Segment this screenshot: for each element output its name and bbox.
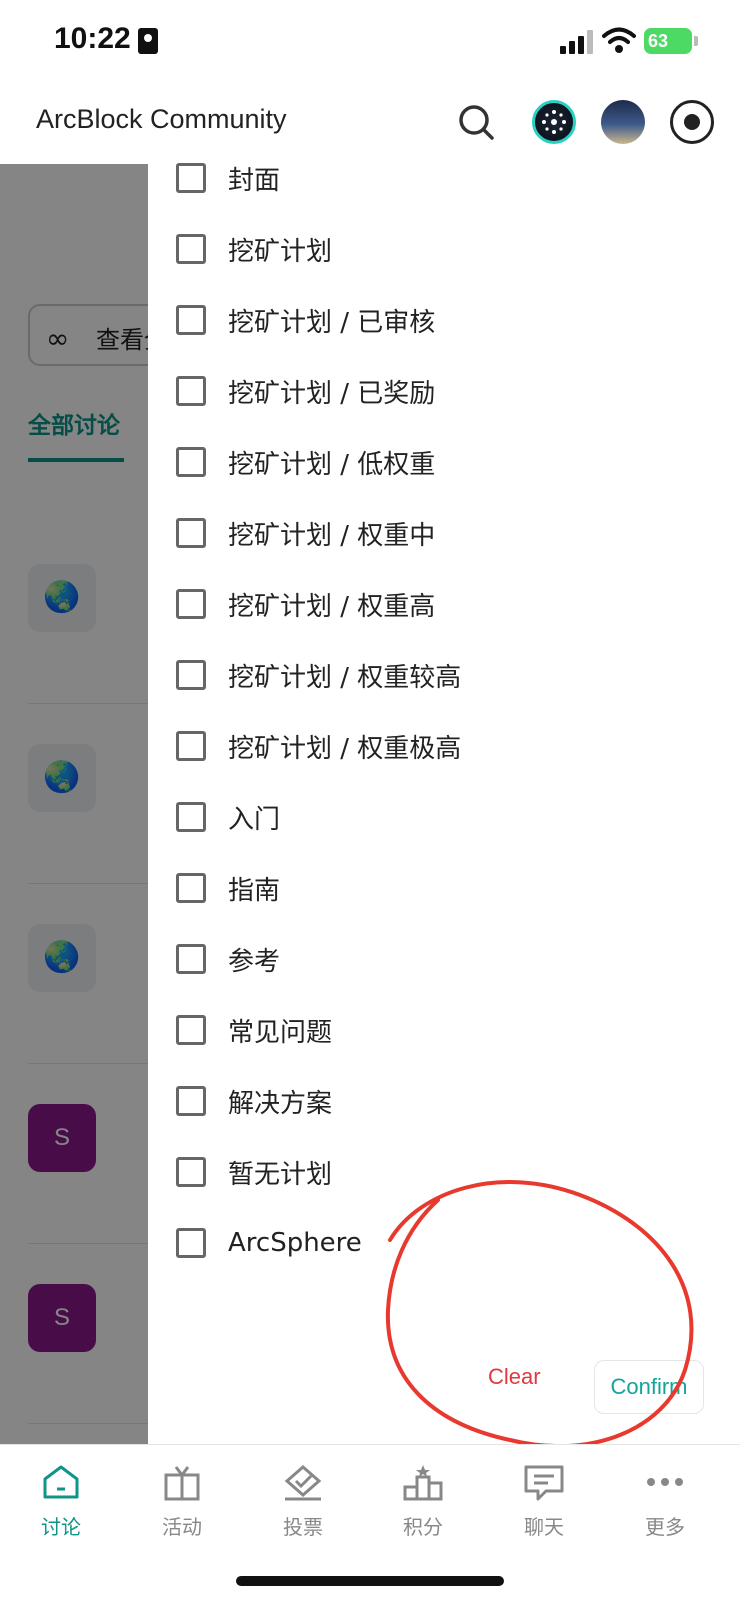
filter-option-label: 挖矿计划 / 权重中 (228, 520, 436, 551)
filter-option[interactable]: 暂无计划 (176, 1144, 696, 1200)
filter-option-label: 封面 (228, 165, 281, 196)
nav-label: 投票 (283, 1515, 323, 1539)
checkbox[interactable] (176, 234, 206, 264)
nav-item-activities[interactable]: 活动 (132, 1463, 232, 1540)
filter-option[interactable]: ArcSphere (176, 1215, 696, 1271)
nav-label: 活动 (162, 1515, 202, 1539)
checkbox[interactable] (176, 802, 206, 832)
filter-option-label: 解决方案 (228, 1088, 333, 1119)
filter-option-label: ArcSphere (228, 1228, 362, 1258)
checkbox[interactable] (176, 944, 206, 974)
checkbox[interactable] (176, 447, 206, 477)
app-switcher-avatar[interactable] (532, 100, 576, 144)
confirm-button[interactable]: Confirm (594, 1360, 704, 1414)
filter-option-label: 暂无计划 (228, 1159, 333, 1190)
filter-option[interactable]: 挖矿计划 / 已奖励 (176, 363, 696, 419)
checkbox[interactable] (176, 305, 206, 335)
filter-option-label: 入门 (228, 804, 281, 835)
nav-item-votes[interactable]: 投票 (253, 1463, 353, 1540)
tag-filter-drawer: 封面 挖矿计划 挖矿计划 / 已审核 挖矿计划 / 已奖励 挖矿计划 / 低权重… (148, 163, 740, 1444)
filter-option[interactable]: 挖矿计划 / 权重极高 (176, 718, 696, 774)
filter-option[interactable]: 挖矿计划 / 低权重 (176, 434, 696, 490)
nav-label: 更多 (645, 1515, 685, 1539)
filter-option-label: 常见问题 (228, 1017, 333, 1048)
battery-level: 63 (648, 31, 669, 51)
checkbox[interactable] (176, 660, 206, 690)
user-avatar[interactable] (601, 100, 645, 144)
record-icon[interactable] (670, 100, 714, 144)
filter-option[interactable]: 常见问题 (176, 1002, 696, 1058)
search-icon[interactable] (454, 100, 498, 144)
status-time: 10:22 (54, 22, 131, 55)
filter-option-label: 挖矿计划 / 已审核 (228, 307, 436, 338)
nav-label: 讨论 (41, 1515, 81, 1539)
filter-option[interactable]: 挖矿计划 / 权重较高 (176, 647, 696, 703)
filter-option[interactable]: 参考 (176, 931, 696, 987)
nav-item-points[interactable]: 积分 (373, 1463, 473, 1540)
filter-option[interactable]: 挖矿计划 / 权重中 (176, 505, 696, 561)
filter-option[interactable]: 指南 (176, 860, 696, 916)
checkbox[interactable] (176, 163, 206, 193)
nav-label: 聊天 (524, 1515, 564, 1539)
filter-option[interactable]: 挖矿计划 / 已审核 (176, 292, 696, 348)
filter-option-label: 指南 (228, 875, 281, 906)
more-icon (647, 1478, 683, 1486)
signal-icon (560, 30, 594, 54)
checkbox[interactable] (176, 1015, 206, 1045)
app-title: ArcBlock Community (36, 104, 287, 134)
vote-icon (284, 1465, 322, 1501)
battery-indicator: 63 (644, 28, 698, 54)
filter-option-label: 挖矿计划 / 权重极高 (228, 733, 462, 764)
status-bar: 10:22 63 (0, 0, 740, 82)
nav-item-discussions[interactable]: 讨论 (11, 1463, 111, 1540)
checkbox[interactable] (176, 1228, 206, 1258)
filter-option-label: 挖矿计划 / 权重较高 (228, 662, 462, 693)
gift-icon (164, 1466, 200, 1501)
filter-option-label: 挖矿计划 / 已奖励 (228, 378, 436, 409)
home-indicator (236, 1576, 504, 1586)
checkbox[interactable] (176, 376, 206, 406)
filter-option[interactable]: 挖矿计划 / 权重高 (176, 576, 696, 632)
nav-item-chat[interactable]: 聊天 (494, 1463, 594, 1540)
filter-option-label: 挖矿计划 / 低权重 (228, 449, 436, 480)
checkbox[interactable] (176, 731, 206, 761)
wifi-icon (602, 27, 636, 53)
contact-card-icon (138, 28, 158, 54)
filter-option-label: 参考 (228, 946, 281, 977)
checkbox[interactable] (176, 873, 206, 903)
home-icon (43, 1465, 79, 1499)
checkbox[interactable] (176, 518, 206, 548)
filter-option[interactable]: 挖矿计划 (176, 221, 696, 277)
dots-logo-icon (542, 110, 566, 134)
checkbox[interactable] (176, 1157, 206, 1187)
nav-item-more[interactable]: 更多 (615, 1463, 715, 1540)
checkbox[interactable] (176, 1086, 206, 1116)
filter-option[interactable]: 入门 (176, 789, 696, 845)
checkbox[interactable] (176, 589, 206, 619)
clear-button[interactable]: Clear (488, 1364, 541, 1390)
chat-icon (524, 1465, 564, 1501)
nav-label: 积分 (403, 1515, 443, 1539)
leaderboard-icon (403, 1465, 443, 1501)
filter-option-label: 挖矿计划 / 权重高 (228, 591, 436, 622)
filter-option-label: 挖矿计划 (228, 236, 333, 267)
filter-option[interactable]: 解决方案 (176, 1073, 696, 1129)
filter-option[interactable]: 封面 (176, 150, 696, 206)
